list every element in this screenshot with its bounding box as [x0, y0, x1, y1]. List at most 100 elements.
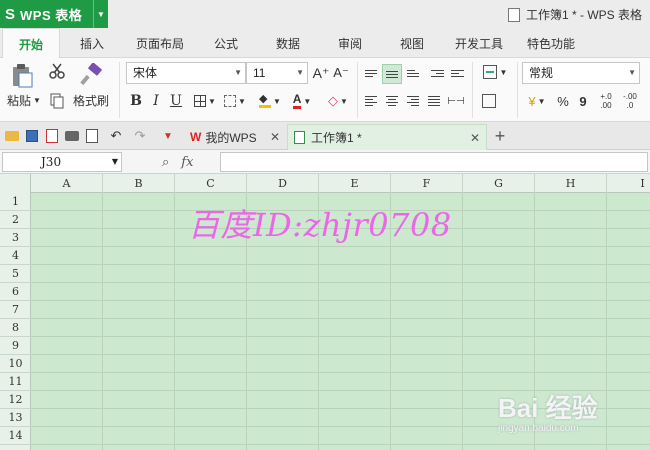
font-color-button[interactable]: A ▼ [288, 92, 316, 110]
tab-review[interactable]: 审阅 [324, 28, 376, 58]
close-icon[interactable]: ✕ [270, 130, 280, 144]
italic-button[interactable]: I [148, 92, 164, 110]
close-icon[interactable]: ✕ [470, 131, 480, 145]
row-header[interactable]: 12 [0, 391, 31, 409]
new-tab-icon[interactable]: + [492, 126, 508, 146]
tab-view[interactable]: 视图 [386, 28, 438, 58]
ribbon-tab-bar: 开始 插入 页面布局 公式 数据 审阅 视图 开发工具 特色功能 [0, 28, 650, 59]
tab-special[interactable]: 特色功能 [518, 28, 584, 58]
row-header[interactable]: 5 [0, 265, 31, 283]
align-left-button[interactable] [362, 92, 380, 110]
percent-button[interactable]: % [555, 92, 571, 110]
column-header[interactable]: G [463, 174, 535, 193]
distribute-icon: ⊢⊣ [447, 95, 465, 107]
decrease-decimal-button[interactable]: -.00 .0 [620, 90, 640, 112]
doc-tab-my-wps[interactable]: W 我的WPS ✕ [182, 124, 286, 150]
paste-button[interactable]: 粘贴 ▼ [4, 92, 44, 108]
row-header[interactable]: 7 [0, 301, 31, 319]
insert-function-icon[interactable]: fx [181, 155, 193, 170]
column-header[interactable]: D [247, 174, 319, 193]
tab-insert[interactable]: 插入 [66, 28, 118, 58]
tab-home[interactable]: 开始 [2, 28, 60, 59]
row-header[interactable]: 13 [0, 409, 31, 427]
number-format-select[interactable]: 常规 ▼ [522, 62, 640, 84]
paste-icon[interactable] [8, 62, 36, 90]
row-header[interactable]: 1 [0, 193, 31, 211]
distribute-button[interactable]: ⊢⊣ [446, 92, 466, 110]
grow-font-button[interactable]: A⁺ [312, 64, 330, 82]
underline-button[interactable]: U [168, 92, 184, 110]
column-header[interactable]: B [103, 174, 175, 193]
row-header[interactable]: 11 [0, 373, 31, 391]
align-bottom-button[interactable] [404, 64, 422, 82]
print-icon[interactable] [64, 128, 80, 144]
borders-icon [194, 95, 207, 107]
row-header[interactable]: 6 [0, 283, 31, 301]
row-header[interactable]: 10 [0, 355, 31, 373]
open-folder-icon[interactable] [4, 128, 20, 144]
tab-formulas[interactable]: 公式 [200, 28, 252, 58]
redo-icon[interactable]: ↷ [132, 128, 148, 144]
row-header[interactable]: 8 [0, 319, 31, 337]
merge-center-button[interactable]: ▼ [478, 62, 512, 82]
zoom-search-icon[interactable]: ⌕ [162, 154, 169, 170]
column-header[interactable]: C [175, 174, 247, 193]
font-size-select[interactable]: 11 ▼ [246, 62, 308, 84]
format-painter-icon[interactable] [78, 62, 104, 88]
bold-button[interactable]: B [128, 92, 144, 110]
doc-tab-workbook1[interactable]: 工作簿1 * ✕ [287, 124, 487, 150]
select-all-corner[interactable] [0, 174, 31, 193]
increase-decimal-button[interactable]: +.0 .00 [596, 90, 616, 112]
clear-format-button[interactable]: ◇ ▼ [324, 92, 352, 110]
borders-button[interactable]: ▼ [192, 92, 218, 110]
row-header[interactable]: 2 [0, 211, 31, 229]
justify-button[interactable] [425, 92, 443, 110]
decrease-indent-button[interactable] [428, 64, 446, 82]
row-header[interactable]: 4 [0, 247, 31, 265]
undo-icon[interactable]: ↶ [108, 128, 124, 144]
window-title-text: 工作簿1 * - WPS 表格 [525, 8, 642, 22]
wrap-text-button[interactable] [480, 92, 498, 110]
align-top-button[interactable] [362, 64, 380, 82]
tab-data[interactable]: 数据 [262, 28, 314, 58]
row-header[interactable]: 9 [0, 337, 31, 355]
app-menu-button[interactable]: S WPS 表格 ▼ [0, 0, 108, 28]
format-painter-button[interactable]: 格式刷 [70, 92, 112, 108]
comma-style-button[interactable]: 9 [575, 92, 591, 110]
indent-right-icon [450, 69, 464, 77]
row-header[interactable]: 14 [0, 427, 31, 445]
row-header[interactable]: 3 [0, 229, 31, 247]
column-header[interactable]: I [607, 174, 650, 193]
fill-color-button[interactable]: ◆ ▼ [256, 92, 284, 110]
column-header[interactable]: A [31, 174, 103, 193]
customize-toolbar-icon[interactable]: ▼ [160, 128, 176, 144]
print-preview-icon[interactable] [84, 128, 100, 144]
align-right-button[interactable] [404, 92, 422, 110]
tab-page-layout[interactable]: 页面布局 [126, 28, 194, 58]
chevron-down-icon: ▼ [234, 68, 242, 77]
copy-icon[interactable] [48, 92, 66, 110]
watermark-text: 百度ID:zhjr0708 [188, 206, 452, 244]
currency-button[interactable]: ¥ ▼ [522, 92, 552, 110]
column-header[interactable]: H [535, 174, 607, 193]
coins-icon: ¥ [528, 93, 536, 109]
divider [119, 62, 120, 118]
column-header[interactable]: F [391, 174, 463, 193]
font-name-select[interactable]: 宋体 ▼ [126, 62, 246, 84]
increase-indent-button[interactable] [448, 64, 466, 82]
number-format-value: 常规 [529, 66, 554, 80]
cell-grid-button[interactable]: ▼ [222, 92, 248, 110]
baidu-jingyan-logo: Bai 经验 [498, 393, 598, 423]
name-box[interactable]: J30 ▼ [2, 152, 122, 172]
export-pdf-icon[interactable] [44, 128, 60, 144]
cut-icon[interactable] [48, 62, 66, 80]
save-icon[interactable] [24, 128, 40, 144]
formula-input[interactable] [220, 152, 648, 172]
shrink-font-button[interactable]: A⁻ [332, 64, 350, 82]
divider [472, 62, 473, 118]
chevron-down-icon[interactable]: ▼ [93, 0, 108, 28]
column-header[interactable]: E [319, 174, 391, 193]
align-middle-button[interactable] [382, 64, 402, 84]
tab-developer[interactable]: 开发工具 [446, 28, 512, 58]
align-center-button[interactable] [383, 92, 401, 110]
